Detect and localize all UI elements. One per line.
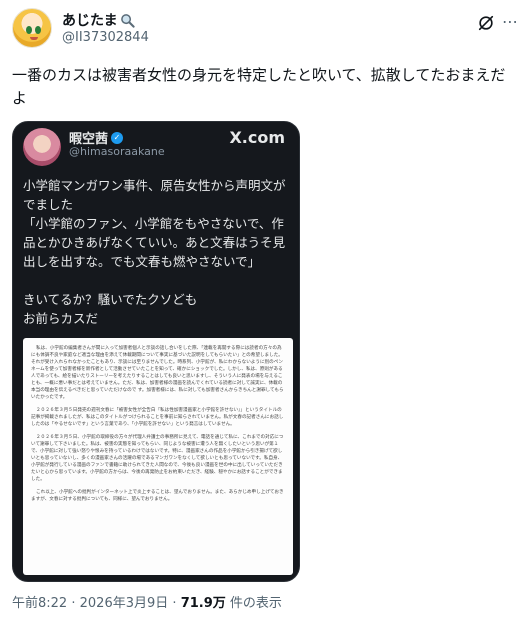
statement-paragraph: 私は、小学館の編集者さんが間に入って加害者個人と示談の話し合いをした際、「連載を… [31,346,284,400]
grok-icon[interactable] [477,14,495,32]
avatar-eye-left [26,26,32,34]
meta-separator: · [71,596,76,611]
avatar-eye-right [35,26,41,34]
tweet-time[interactable]: 午前8:22 [12,596,67,611]
tweet-text: 一番のカスは被害者女性の身元を特定したと吹いて、拡散してたおまえだよ [12,66,506,107]
quoted-author-avatar [23,128,61,166]
view-count-label: 件の表示 [229,596,282,611]
view-count: 71.9万 [180,596,226,611]
quoted-text: 小学館マンガワン事件、原告女性から声明文がでました 「小学館のファン、小学館をも… [23,178,286,326]
magnifier-icon [120,13,135,28]
verified-badge-icon: ✓ [111,131,124,144]
author-avatar[interactable] [12,8,52,48]
author-handle[interactable]: @II37302844 [62,30,149,45]
statement-paragraph: ２０２６年３月５日、小学館の取締役の方々が代理人弁護士の事務所に見えて、電話を通… [31,435,284,482]
avatar-mouth [30,37,38,40]
meta-separator: · [172,596,177,611]
more-options-icon[interactable]: ⋯ [502,12,519,31]
tweet-header: あじたま @II37302844 ⋯ [12,8,519,56]
author-name-row: あじたま [62,10,135,30]
statement-paragraph: ２０２６年３月５日発売の週刊文春に「被害女性が全告白『私は性加害漫画家と小学館を… [31,408,284,427]
statement-document: 私は、小学館の編集者さんが間に入って加害者個人と示談の話し合いをした際、「連載を… [23,338,293,575]
tweet-date[interactable]: 2026年3月9日 [80,596,169,611]
x-logo: X.com [229,128,285,147]
tweet-meta: 午前8:22 · 2026年3月9日 · 71.9万 件の表示 [12,592,282,611]
author-display-name[interactable]: あじたま [62,10,118,30]
quoted-screenshot[interactable]: 暇空茜 ✓ @himasoraakane X.com 小学館マンガワン事件、原告… [12,121,300,582]
quoted-handle: @himasoraakane [69,145,165,158]
statement-paragraph: これ以上、小学館への批判がインターネット上で炎上することは、望んでおりません。ま… [31,490,284,502]
